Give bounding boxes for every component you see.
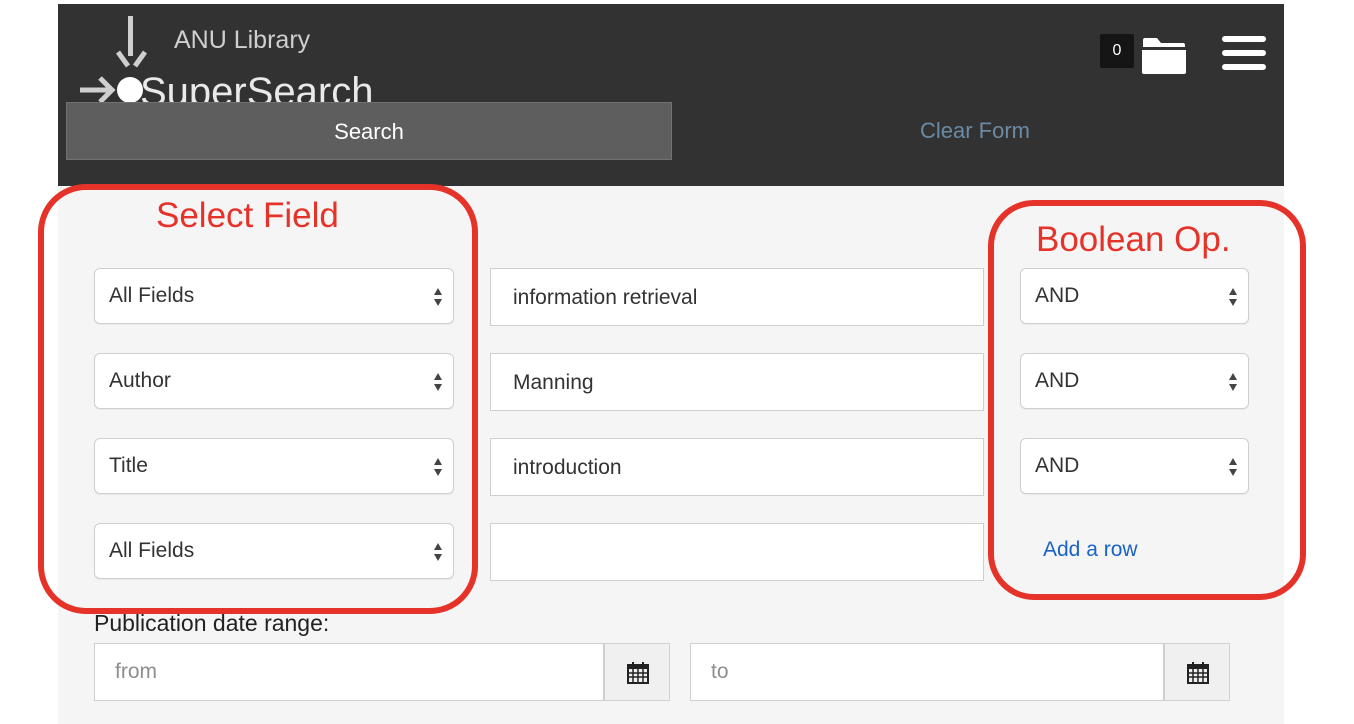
boolean-operator-select-1[interactable]: AND: [1020, 268, 1249, 324]
search-term-input-4[interactable]: [490, 523, 984, 581]
clear-form-tab[interactable]: Clear Form: [672, 102, 1278, 160]
field-select-4[interactable]: All Fields: [94, 523, 454, 579]
field-select-value: All Fields: [109, 284, 195, 307]
field-select-2[interactable]: Author: [94, 353, 454, 409]
select-arrows-icon: [1229, 373, 1237, 391]
select-arrows-icon: [1229, 288, 1237, 306]
select-arrows-icon: [1229, 458, 1237, 476]
logo-subtitle: ANU Library: [174, 26, 311, 54]
field-select-3[interactable]: Title: [94, 438, 454, 494]
select-arrows-icon: [434, 288, 442, 306]
date-from-input[interactable]: from: [94, 643, 604, 701]
select-arrows-icon: [434, 373, 442, 391]
select-arrows-icon: [434, 458, 442, 476]
search-term-input-2[interactable]: Manning: [490, 353, 984, 411]
publication-date-label: Publication date range:: [94, 610, 330, 636]
cart-count-badge[interactable]: 0: [1100, 34, 1134, 68]
select-field-annotation-label: Select Field: [156, 196, 339, 235]
operator-value: AND: [1035, 454, 1080, 477]
field-select-value: Title: [109, 454, 148, 477]
add-row-link[interactable]: Add a row: [1043, 538, 1138, 562]
select-arrows-icon: [434, 543, 442, 561]
calendar-icon: [1187, 662, 1209, 684]
date-from-placeholder: from: [115, 660, 157, 683]
date-to-calendar-button[interactable]: [1164, 643, 1230, 701]
search-term-value: Manning: [513, 371, 594, 394]
date-from-calendar-button[interactable]: [604, 643, 670, 701]
field-select-value: All Fields: [109, 539, 195, 562]
date-to-placeholder: to: [711, 660, 729, 683]
boolean-op-annotation-label: Boolean Op.: [1036, 220, 1231, 259]
search-term-input-1[interactable]: information retrieval: [490, 268, 984, 326]
field-select-1[interactable]: All Fields: [94, 268, 454, 324]
menu-icon[interactable]: [1222, 36, 1266, 70]
search-term-value: information retrieval: [513, 286, 698, 309]
folder-icon[interactable]: [1142, 38, 1186, 74]
operator-value: AND: [1035, 284, 1080, 307]
search-term-input-3[interactable]: introduction: [490, 438, 984, 496]
date-to-input[interactable]: to: [690, 643, 1164, 701]
operator-value: AND: [1035, 369, 1080, 392]
boolean-operator-select-3[interactable]: AND: [1020, 438, 1249, 494]
search-tab[interactable]: Search: [66, 102, 672, 160]
search-term-value: introduction: [513, 456, 622, 479]
logo[interactable]: ANU Library SuperSearch: [78, 14, 438, 112]
field-select-value: Author: [109, 369, 171, 392]
boolean-operator-select-2[interactable]: AND: [1020, 353, 1249, 409]
header: ANU Library SuperSearch 0 Search Clear F…: [58, 4, 1284, 186]
calendar-icon: [627, 662, 649, 684]
